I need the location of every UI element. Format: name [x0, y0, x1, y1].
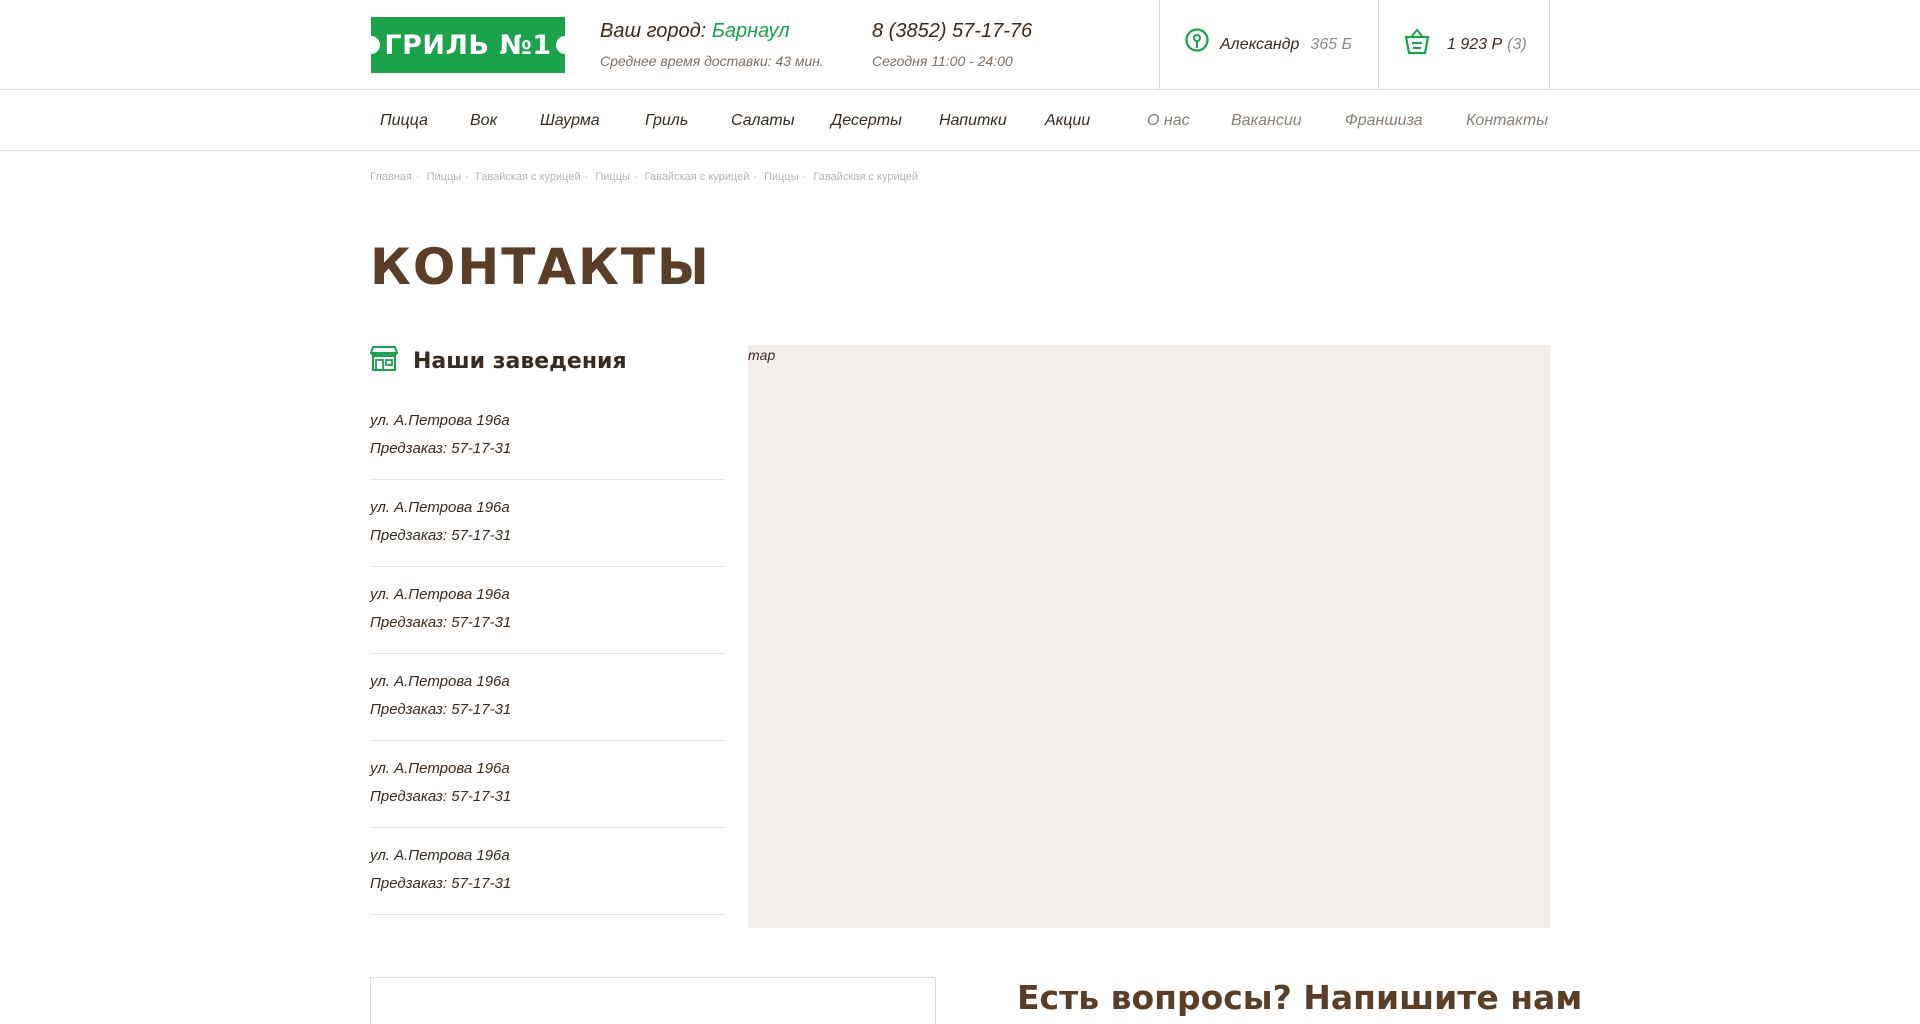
header-divider	[1378, 0, 1379, 90]
breadcrumb: Главная - Пиццы - Гавайская с курицей - Пиц…	[370, 171, 922, 183]
location-pin-icon	[1184, 28, 1210, 61]
feedback-form-box[interactable]	[370, 977, 936, 1024]
venue-address: ул. А.Петрова 196а	[370, 673, 510, 690]
nav-item-pizza[interactable]: Пицца	[380, 112, 428, 130]
cart-count: (3)	[1507, 35, 1527, 53]
breadcrumb-link[interactable]: Пиццы	[427, 171, 462, 183]
venue-item[interactable]: ул. А.Петрова 196а Предзаказ: 57-17-31	[370, 741, 725, 828]
logo[interactable]: ГРИЛЬ №1	[362, 17, 574, 73]
map-label: map	[748, 347, 776, 363]
venue-item[interactable]: ул. А.Петрова 196а Предзаказ: 57-17-31	[370, 480, 725, 567]
venue-item[interactable]: ул. А.Петрова 196а Предзаказ: 57-17-31	[370, 654, 725, 741]
user-name: Александр	[1220, 35, 1300, 53]
phone-block: 8 (3852) 57-17-76 Сегодня 11:00 - 24:00	[872, 20, 1032, 69]
nav-item-about[interactable]: О нас	[1147, 112, 1190, 130]
venue-address: ул. А.Петрова 196а	[370, 847, 510, 864]
user-points: 365 Б	[1310, 35, 1352, 53]
header-divider	[1159, 0, 1160, 90]
city-block: Ваш город: Барнаул Среднее время доставк…	[600, 20, 824, 69]
breadcrumb-separator: -	[465, 171, 469, 183]
cart-sum: 1 923 Р	[1447, 35, 1503, 53]
nav-item-shawarma[interactable]: Шаурма	[540, 112, 600, 130]
contact-form-title: Есть вопросы? Напишите нам	[1017, 978, 1583, 1017]
nav-item-vacancies[interactable]: Вакансии	[1231, 112, 1302, 130]
city-prefix: Ваш город:	[600, 20, 707, 42]
venue-preorder: Предзаказ: 57-17-31	[370, 527, 512, 544]
venue-preorder: Предзаказ: 57-17-31	[370, 614, 512, 631]
breadcrumb-separator: -	[415, 171, 420, 183]
working-hours: Сегодня 11:00 - 24:00	[872, 53, 1013, 69]
venue-preorder: Предзаказ: 57-17-31	[370, 701, 512, 718]
user-account[interactable]: Александр 365 Б	[1184, 28, 1352, 61]
venue-preorder: Предзаказ: 57-17-31	[370, 788, 512, 805]
nav-item-wok[interactable]: Вок	[470, 112, 497, 130]
breadcrumb-link[interactable]: Главная	[370, 171, 412, 183]
breadcrumb-current: Гавайская с курицей	[813, 171, 919, 183]
store-icon	[370, 345, 398, 377]
breadcrumb-separator: -	[753, 171, 758, 183]
cart-button[interactable]: 1 923 Р (3)	[1403, 28, 1527, 61]
breadcrumb-link[interactable]: Гавайская с курицей	[476, 171, 581, 183]
venue-preorder: Предзаказ: 57-17-31	[370, 875, 512, 892]
venue-item[interactable]: ул. А.Петрова 196а Предзаказ: 57-17-31	[370, 828, 725, 915]
logo-text: ГРИЛЬ №1	[384, 29, 552, 61]
nav-item-franchise[interactable]: Франшиза	[1345, 112, 1423, 130]
nav-item-drinks[interactable]: Напитки	[939, 112, 1007, 130]
header-divider	[1549, 0, 1550, 90]
phone-number[interactable]: 8 (3852) 57-17-76	[872, 20, 1032, 43]
nav-item-desserts[interactable]: Десерты	[831, 112, 902, 130]
breadcrumb-link[interactable]: Гавайская с курицей	[645, 171, 750, 183]
venue-address: ул. А.Петрова 196а	[370, 760, 510, 777]
nav-item-promos[interactable]: Акции	[1045, 112, 1090, 130]
page-title: КОНТАКТЫ	[370, 238, 711, 296]
venues-header: Наши заведения	[370, 345, 627, 377]
venue-item[interactable]: ул. А.Петрова 196а Предзаказ: 57-17-31	[370, 567, 725, 654]
venue-preorder: Предзаказ: 57-17-31	[370, 440, 512, 457]
venue-address: ул. А.Петрова 196а	[370, 499, 510, 516]
breadcrumb-separator: -	[633, 171, 638, 183]
breadcrumb-separator: -	[802, 171, 807, 183]
nav-item-grill[interactable]: Гриль	[645, 112, 688, 130]
breadcrumb-link[interactable]: Пиццы	[595, 171, 630, 183]
map[interactable]: map	[748, 345, 1550, 928]
venue-address: ул. А.Петрова 196а	[370, 412, 510, 429]
city-selector[interactable]: Барнаул	[712, 20, 790, 42]
breadcrumb-link[interactable]: Пиццы	[764, 171, 799, 183]
basket-icon	[1403, 28, 1431, 61]
breadcrumb-separator: -	[584, 171, 589, 183]
venue-list: ул. А.Петрова 196а Предзаказ: 57-17-31 у…	[370, 393, 725, 915]
nav-item-contacts[interactable]: Контакты	[1466, 112, 1548, 130]
nav-item-salads[interactable]: Салаты	[731, 112, 794, 130]
site-header: ГРИЛЬ №1 Ваш город: Барнаул Среднее врем…	[0, 0, 1920, 90]
venue-item[interactable]: ул. А.Петрова 196а Предзаказ: 57-17-31	[370, 393, 725, 480]
delivery-time: Среднее время доставки: 43 мин.	[600, 53, 824, 69]
venues-title: Наши заведения	[413, 348, 627, 374]
city-line: Ваш город: Барнаул	[600, 20, 824, 43]
venue-address: ул. А.Петрова 196а	[370, 586, 510, 603]
main-nav: Пицца Вок Шаурма Гриль Салаты Десерты На…	[0, 90, 1920, 151]
